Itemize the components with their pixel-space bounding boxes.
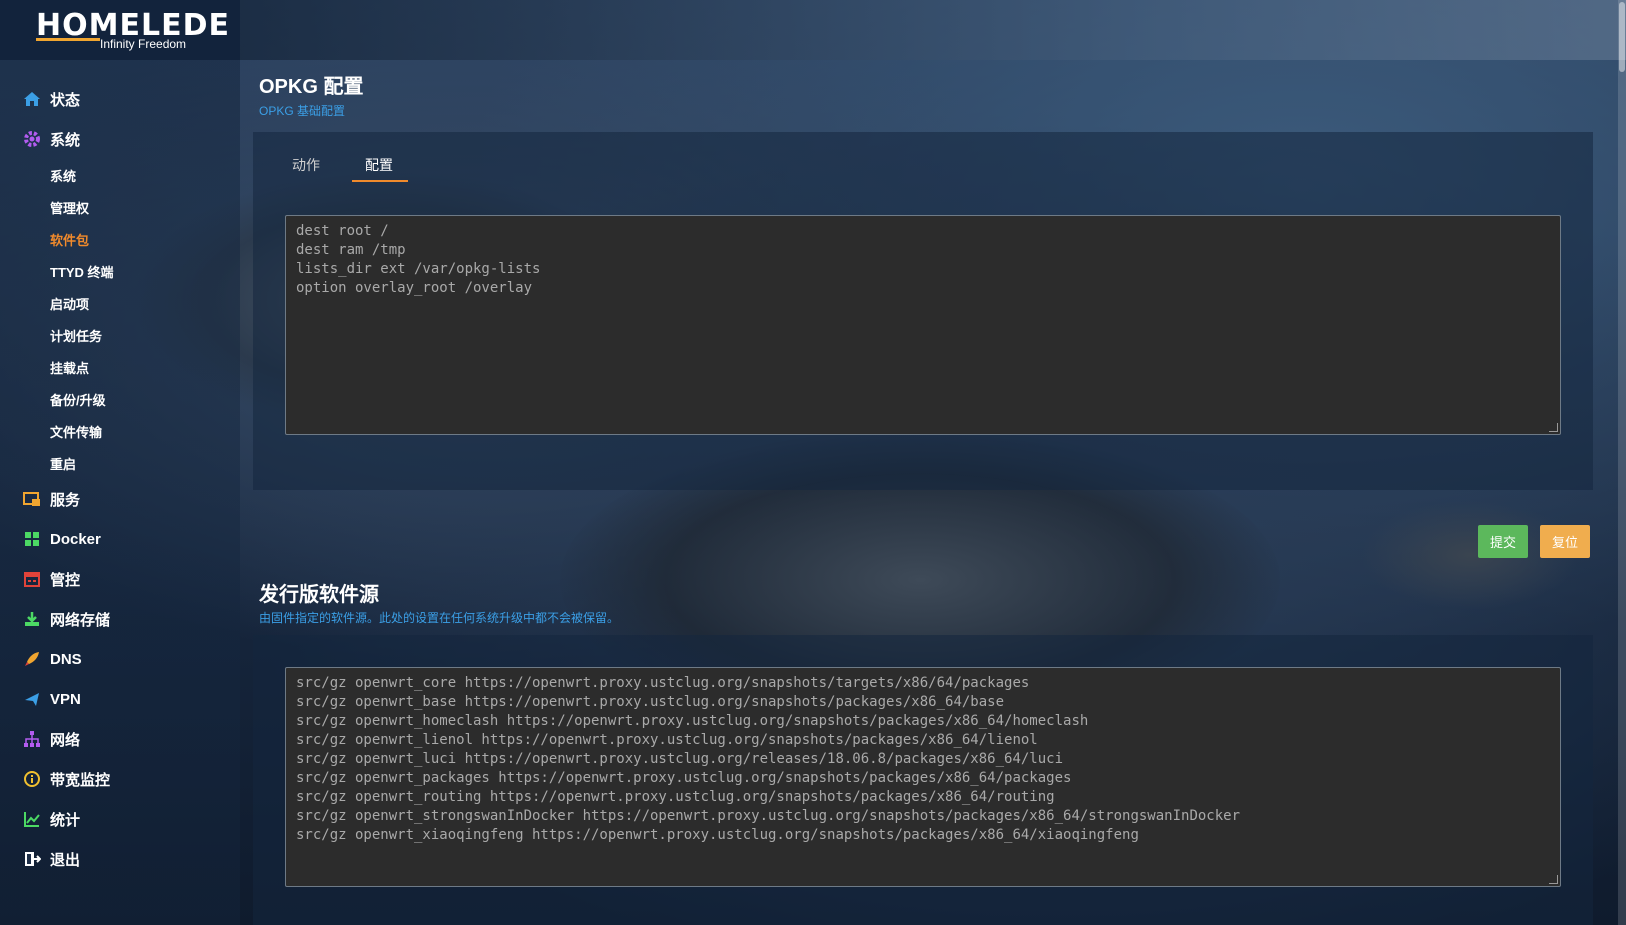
config-textarea[interactable]: dest root / dest ram /tmp lists_dir ext … — [285, 215, 1561, 435]
submenu-item-mounts[interactable]: 挂载点 — [50, 358, 89, 377]
sidebar-item-label: VPN — [50, 690, 81, 708]
home-icon — [22, 89, 42, 109]
feed-line: src/gz openwrt_core https://openwrt.prox… — [296, 675, 1030, 691]
rocket-icon — [22, 649, 42, 669]
network-icon — [22, 729, 42, 749]
config-line: option overlay_root /overlay — [296, 280, 533, 296]
feed-line: src/gz openwrt_lienol https://openwrt.pr… — [296, 732, 1038, 748]
sidebar-item-label: 服务 — [50, 491, 81, 509]
sidebar-item-vpn[interactable]: VPN — [22, 684, 81, 714]
download-icon — [22, 609, 42, 629]
logout-icon — [22, 849, 42, 869]
plane-icon — [22, 689, 42, 709]
config-line: dest root / — [296, 223, 389, 239]
sidebar-item-label: 统计 — [50, 811, 81, 829]
docker-icon — [22, 529, 42, 549]
feed-line: src/gz openwrt_xiaoqingfeng https://open… — [296, 827, 1139, 843]
feeds-textarea[interactable]: src/gz openwrt_core https://openwrt.prox… — [285, 667, 1561, 887]
logo-tagline: Infinity Freedom — [100, 37, 187, 51]
sidebar-item-network[interactable]: 网络 — [22, 724, 80, 754]
sidebar-item-nas[interactable]: 网络存储 — [22, 604, 110, 634]
chart-icon — [22, 809, 42, 829]
page-title: OPKG 配置 — [259, 76, 364, 98]
feed-line: src/gz openwrt_packages https://openwrt.… — [296, 770, 1072, 786]
sidebar-item-dns[interactable]: DNS — [22, 644, 82, 674]
config-line: lists_dir ext /var/opkg-lists — [296, 261, 541, 277]
sidebar-item-bandwidth[interactable]: 带宽监控 — [22, 764, 110, 794]
submenu-item-system[interactable]: 系统 — [50, 166, 76, 185]
page-description: OPKG 基础配置 — [259, 104, 346, 118]
sidebar-item-label: 网络 — [50, 731, 81, 749]
active-tab-indicator — [352, 180, 408, 182]
sidebar-item-label: 退出 — [50, 851, 81, 869]
sidebar-item-label: 状态 — [50, 91, 81, 109]
calendar-icon — [22, 569, 42, 589]
sidebar-item-label: Docker — [50, 530, 101, 548]
sidebar-item-label: 管控 — [50, 571, 81, 589]
logo-underline — [36, 38, 100, 41]
feeds-section-description: 由固件指定的软件源。此处的设置在任何系统升级中都不会被保留。 — [259, 611, 620, 625]
feed-line: src/gz openwrt_base https://openwrt.prox… — [296, 694, 1005, 710]
tab-actions[interactable]: 动作 — [292, 155, 320, 175]
page-scrollbar[interactable] — [1618, 0, 1626, 925]
sidebar-item-stats[interactable]: 统计 — [22, 804, 80, 834]
feed-line: src/gz openwrt_routing https://openwrt.p… — [296, 789, 1055, 805]
feed-line: src/gz openwrt_homeclash https://openwrt… — [296, 713, 1089, 729]
submenu-item-reboot[interactable]: 重启 — [50, 454, 76, 473]
top-bar — [0, 0, 1626, 60]
sidebar-item-system[interactable]: 系统 — [22, 124, 80, 154]
services-icon — [22, 489, 42, 509]
scrollbar-thumb[interactable] — [1619, 2, 1625, 72]
submenu-item-startup[interactable]: 启动项 — [50, 294, 89, 313]
config-line: dest ram /tmp — [296, 242, 406, 258]
submenu-item-backup[interactable]: 备份/升级 — [50, 390, 106, 409]
sidebar-item-docker[interactable]: Docker — [22, 524, 101, 554]
submenu-item-filetransfer[interactable]: 文件传输 — [50, 422, 102, 441]
gear-icon — [22, 129, 42, 149]
sidebar-item-label: DNS — [50, 650, 82, 668]
feeds-section-title: 发行版软件源 — [259, 584, 379, 606]
sidebar-item-services[interactable]: 服务 — [22, 484, 80, 514]
reset-button[interactable]: 复位 — [1540, 525, 1590, 558]
tab-config[interactable]: 配置 — [365, 155, 393, 175]
submit-button[interactable]: 提交 — [1478, 525, 1528, 558]
sidebar-item-logout[interactable]: 退出 — [22, 844, 80, 874]
resize-handle[interactable] — [1549, 423, 1558, 432]
feed-line: src/gz openwrt_strongswanInDocker https:… — [296, 808, 1241, 824]
feed-line: src/gz openwrt_luci https://openwrt.prox… — [296, 751, 1064, 767]
sidebar-item-control[interactable]: 管控 — [22, 564, 80, 594]
submenu-item-ttyd[interactable]: TTYD 终端 — [50, 262, 114, 281]
sidebar-item-status[interactable]: 状态 — [22, 84, 80, 114]
submenu-item-crontab[interactable]: 计划任务 — [50, 326, 102, 345]
sidebar-item-label: 系统 — [50, 131, 81, 149]
logo: HOMELEDE Infinity Freedom — [0, 0, 240, 60]
sidebar-item-label: 带宽监控 — [50, 771, 111, 789]
submenu-item-admin[interactable]: 管理权 — [50, 198, 89, 217]
sidebar-item-label: 网络存储 — [50, 611, 111, 629]
submenu-item-software[interactable]: 软件包 — [50, 230, 89, 249]
resize-handle[interactable] — [1549, 875, 1558, 884]
info-circle-icon — [22, 769, 42, 789]
